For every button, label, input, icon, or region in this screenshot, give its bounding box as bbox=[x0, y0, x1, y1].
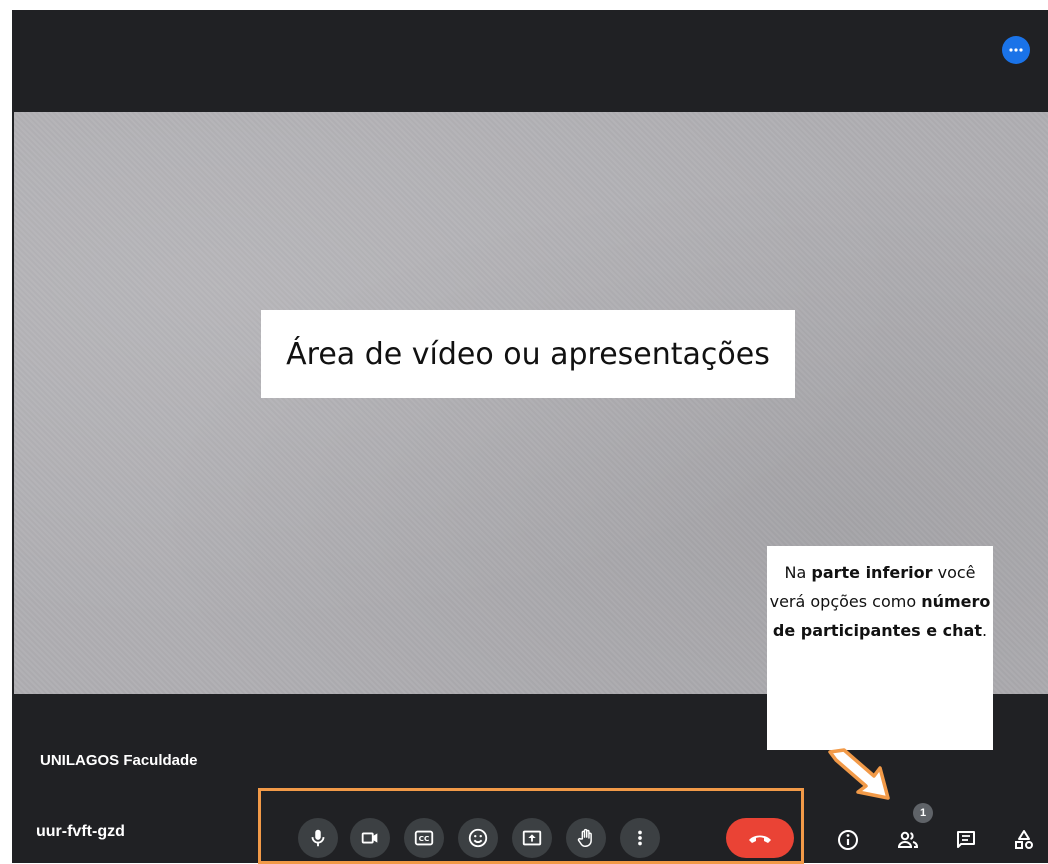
controls-highlight-box bbox=[258, 788, 804, 864]
activities-button[interactable] bbox=[1010, 826, 1038, 854]
chat-button[interactable] bbox=[952, 826, 980, 854]
participants-button[interactable] bbox=[894, 826, 922, 854]
activities-icon bbox=[1015, 830, 1033, 849]
participant-count-badge: 1 bbox=[913, 803, 933, 823]
chat-icon bbox=[957, 831, 975, 848]
meeting-code: uur-fvft-gzd bbox=[36, 823, 125, 840]
callout-text: Na bbox=[784, 563, 812, 582]
callout-text-bold: parte inferior bbox=[811, 563, 933, 582]
people-icon bbox=[897, 831, 919, 848]
callout-text: . bbox=[982, 621, 988, 640]
info-icon bbox=[838, 830, 858, 850]
meeting-info-button[interactable] bbox=[834, 826, 862, 854]
annotation-callout: Na parte inferior você verá opções como … bbox=[767, 546, 993, 750]
annotation-arrow-icon bbox=[828, 748, 890, 800]
video-area-label: Área de vídeo ou apresentações bbox=[261, 310, 795, 398]
more-options-button[interactable] bbox=[1002, 36, 1030, 64]
participant-name: UNILAGOS Faculdade bbox=[40, 752, 198, 769]
more-horizontal-icon bbox=[1009, 48, 1023, 52]
